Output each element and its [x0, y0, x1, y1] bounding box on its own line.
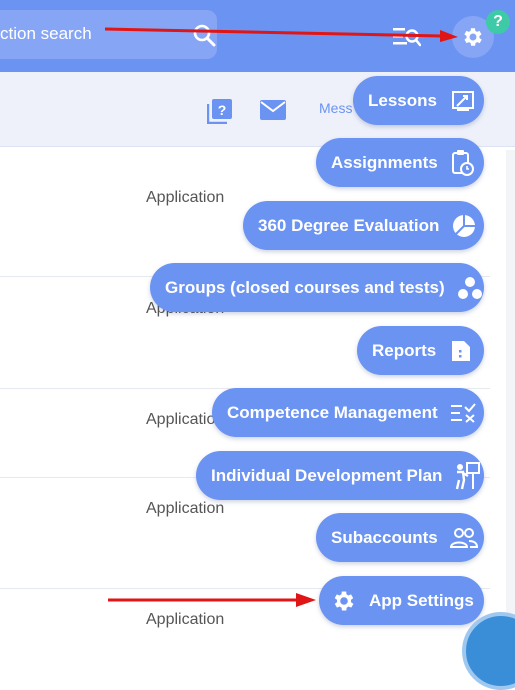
annotation-arrows: [104, 27, 458, 607]
annotation-arrow-top: [104, 27, 458, 42]
annotation-arrow-bottom: [108, 593, 316, 607]
